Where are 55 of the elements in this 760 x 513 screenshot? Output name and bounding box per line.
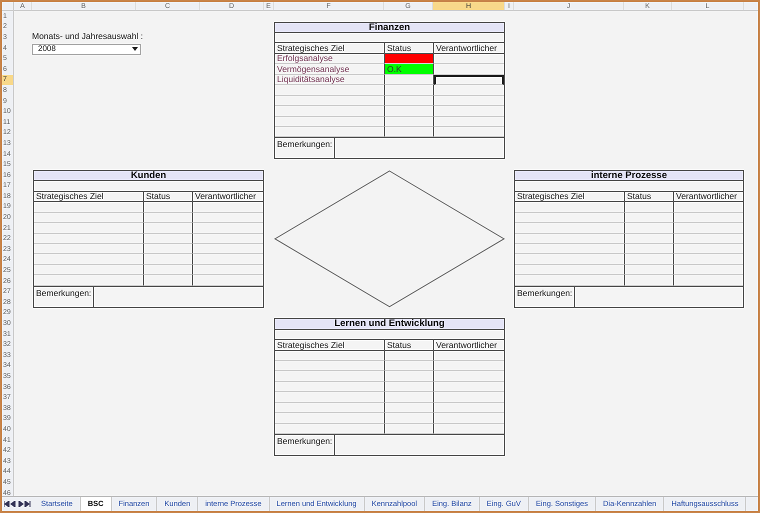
remarks-label: Bemerkungen: [34,286,94,307]
table-cell: Vermögensanalyse [275,64,385,75]
column-header: Status [144,192,193,202]
column-header: Verantwortlicher [674,192,743,202]
table-cell [144,264,193,276]
table-cell [385,85,434,96]
panel-title: Lernen und Entwicklung [275,319,504,330]
table-cell [385,350,434,361]
remarks-label: Bemerkungen: [275,138,335,158]
table-cell [625,223,674,234]
table-cell [625,212,674,224]
panel-title: interne Prozesse [515,170,743,182]
table-cell [385,413,434,424]
column-header: Verantwortlicher [434,340,504,351]
table-cell [144,234,193,244]
table-cell [385,402,434,414]
sheet-navigation-icon[interactable] [4,501,32,507]
table-cell [385,96,434,106]
year-dropdown[interactable]: 2008 [32,44,141,55]
remarks-label: Bemerkungen: [515,286,575,307]
table-cell [385,116,434,127]
table-cell [385,382,434,392]
table-cell [625,202,674,213]
column-header: Verantwortlicher [193,192,263,202]
table-cell [385,74,434,86]
column-header: Strategisches Ziel [34,192,144,202]
column-header: Strategisches Ziel [275,340,385,351]
table-cell [385,371,434,382]
table-cell [625,234,674,244]
table-cell [144,244,193,254]
status-cell: O.K [385,64,434,75]
table-cell [144,212,193,224]
table-cell [144,223,193,234]
dropdown-value: 2008 [38,43,56,56]
table-cell [144,202,193,213]
column-header: Strategisches Ziel [515,192,625,202]
table-cell: Liquiditätsanalyse [275,74,385,86]
panel-title: Kunden [34,170,263,182]
table-cell [385,392,434,403]
caret-icon [132,47,138,52]
active-cell[interactable] [434,74,504,86]
panel-title: Finanzen [275,22,504,34]
table-cell [625,254,674,265]
remarks-label: Bemerkungen: [275,435,335,455]
table-cell [625,244,674,254]
table-cell: Erfolgsanalyse [275,54,385,64]
column-header: Status [385,340,434,351]
table-cell [385,360,434,372]
table-cell [625,264,674,276]
column-header: Status [625,192,674,202]
column-header: Strategisches Ziel [275,43,385,54]
period-label: Monats- und Jahresauswahl : [32,32,144,43]
column-header: Verantwortlicher [434,43,504,54]
table-cell [144,254,193,265]
table-cell [385,106,434,117]
